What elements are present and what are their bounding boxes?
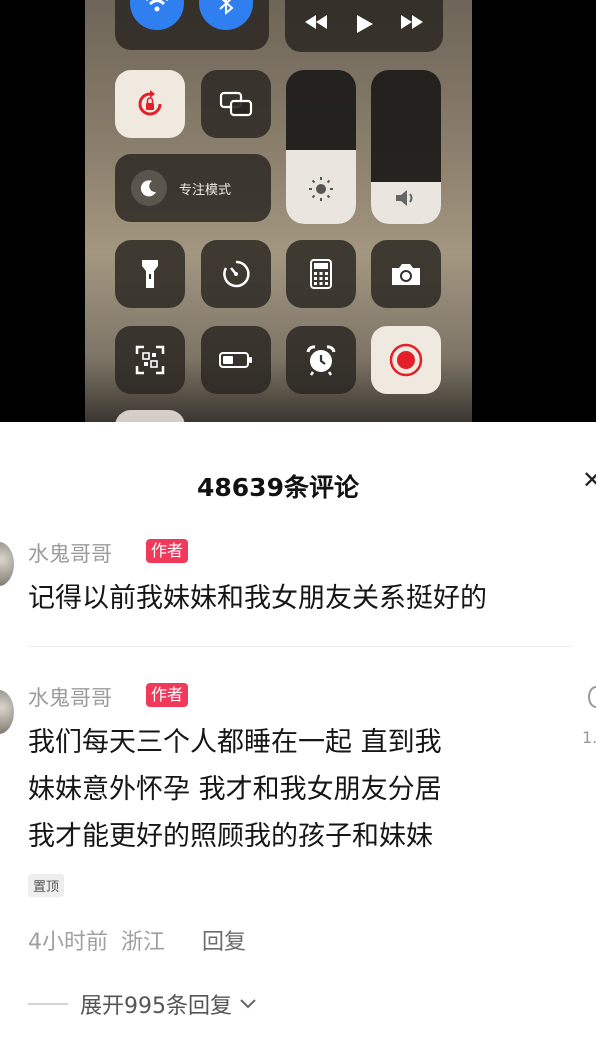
like-count: 1. (582, 728, 596, 747)
comment-divider (28, 646, 572, 647)
screen-mirror-button[interactable] (201, 70, 271, 138)
comments-count-title: 48639条评论 (197, 473, 359, 502)
sun-icon (309, 177, 333, 201)
qr-scan-icon (135, 345, 165, 375)
timer-icon (223, 260, 250, 288)
screen-record-icon (389, 343, 423, 377)
alarm-icon (306, 345, 336, 376)
video-player[interactable]: 专注模式 (0, 0, 596, 422)
avatar[interactable] (0, 690, 14, 734)
rotation-lock-icon (138, 90, 162, 116)
rewind-icon[interactable] (305, 15, 327, 29)
camera-button[interactable] (371, 240, 441, 308)
comment-time: 4小时前 (28, 930, 108, 955)
comment-username[interactable]: 水鬼哥哥 (28, 538, 112, 568)
low-power-icon (219, 352, 252, 368)
fast-forward-icon[interactable] (401, 15, 423, 29)
moon-icon (131, 170, 167, 206)
wifi-icon (146, 0, 168, 12)
reply-button[interactable]: 回复 (202, 930, 246, 955)
screen-mirror-icon (219, 91, 253, 117)
comment-line: 记得以前我妹妹和我女朋友关系挺好的 (28, 583, 487, 614)
bluetooth-icon (219, 0, 234, 16)
brightness-slider[interactable] (286, 70, 356, 224)
volume-slider[interactable] (371, 70, 441, 224)
hidden-tile (115, 410, 185, 422)
comment-username[interactable]: 水鬼哥哥 (28, 682, 112, 712)
control-center-panel: 专注模式 (85, 0, 472, 422)
comment-text: 记得以前我妹妹和我女朋友关系挺好的 (28, 575, 487, 622)
pinned-tag: 置顶 (28, 874, 65, 897)
play-icon[interactable] (355, 15, 373, 33)
screen-record-button[interactable] (371, 326, 441, 394)
speaker-icon (396, 190, 413, 206)
comment-text: 我们每天三个人都睡在一起 直到我 妹妹意外怀孕 我才和我女朋友分居 我才能更好的… (28, 719, 442, 860)
expand-replies-label: 展开995条回复 (80, 994, 232, 1019)
expand-divider-line (28, 1003, 68, 1005)
avatar[interactable] (0, 542, 14, 586)
comments-sheet: 48639条评论 ✕ 水鬼哥哥 作者 记得以前我妹妹和我女朋友关系挺好的 水鬼哥… (0, 422, 596, 1060)
focus-mode-button[interactable]: 专注模式 (115, 154, 271, 222)
camera-icon (392, 264, 420, 285)
close-icon[interactable]: ✕ (582, 466, 596, 496)
flashlight-icon (142, 260, 158, 288)
comment-line: 妹妹意外怀孕 我才和我女朋友分居 (28, 774, 442, 805)
now-playing-tile (285, 0, 443, 52)
author-badge: 作者 (146, 683, 189, 707)
low-power-button[interactable] (201, 326, 271, 394)
calculator-button[interactable] (286, 240, 356, 308)
calculator-icon (310, 259, 332, 289)
chevron-down-icon (240, 999, 256, 1009)
like-icon[interactable] (588, 686, 596, 708)
timer-button[interactable] (201, 240, 271, 308)
comment-line: 我才能更好的照顾我的孩子和妹妹 (28, 821, 433, 852)
rotation-lock-button[interactable] (115, 70, 185, 138)
qr-scanner-button[interactable] (115, 326, 185, 394)
comment-line: 我们每天三个人都睡在一起 直到我 (28, 727, 442, 758)
focus-mode-label: 专注模式 (179, 182, 232, 198)
flashlight-button[interactable] (115, 240, 185, 308)
author-badge: 作者 (146, 539, 189, 563)
comment-location: 浙江 (121, 930, 166, 955)
alarm-button[interactable] (286, 326, 356, 394)
comment-meta: 4小时前 浙江 回复 (28, 924, 246, 956)
expand-replies-button[interactable]: 展开995条回复 (28, 988, 258, 1020)
